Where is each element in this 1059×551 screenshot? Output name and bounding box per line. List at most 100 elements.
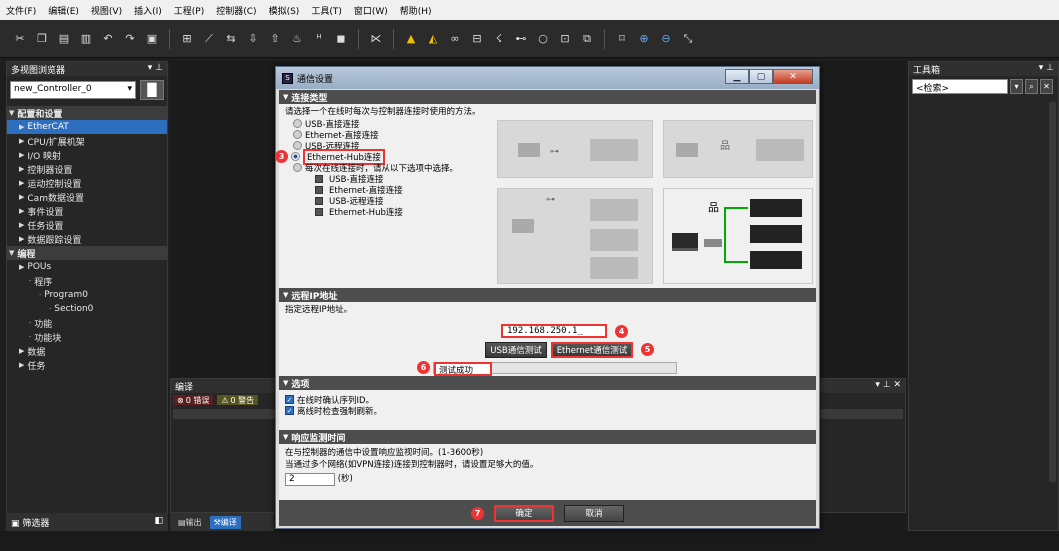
connection-option[interactable]: 3 Ethernet-Hub连接	[275, 148, 458, 165]
ip-address-input[interactable]: 192.168.250.1_	[501, 324, 607, 338]
tree-item[interactable]: ▶ 运动控制设置	[7, 176, 167, 190]
tree-item[interactable]: · 程序	[7, 274, 167, 288]
menu-item-5[interactable]: 控制器(C)	[216, 4, 256, 17]
toolbox-search-input[interactable]: <检索>	[912, 79, 1008, 94]
monitor-icon[interactable]: ♨	[289, 31, 305, 47]
filter-toggle-icon[interactable]: ◧	[154, 516, 163, 528]
remote-ip-header[interactable]: ▼ 远程IP地址	[279, 288, 816, 302]
toolbox-scrollbar[interactable]	[1049, 102, 1056, 482]
pin-close-icon[interactable]: ▾ ⊥ ✕	[875, 380, 901, 392]
online-icon[interactable]: ⊞	[179, 31, 195, 47]
tab-output[interactable]: ▤输出	[174, 516, 206, 529]
build-icon[interactable]: ⋉	[368, 31, 384, 47]
filter-icon: ▣	[11, 519, 20, 529]
tree-item[interactable]: ▶ 数据跟踪设置	[7, 232, 167, 246]
menu-item-4[interactable]: 工程(P)	[174, 4, 204, 17]
warning-icon[interactable]: ▲	[403, 31, 419, 47]
maximize-button[interactable]: ▢	[749, 69, 773, 84]
connection-option[interactable]: 每次在线连接时，请从以下选项中选择。	[293, 162, 458, 174]
tree-item[interactable]: ▶ I/O 映射	[7, 148, 167, 162]
alarm-icon[interactable]: ◭	[425, 31, 441, 47]
ok-button[interactable]: 确定	[494, 504, 554, 522]
tree-item[interactable]: ▶ EtherCAT	[7, 120, 167, 134]
options-header[interactable]: ▼ 选项	[279, 376, 816, 390]
menu-item-7[interactable]: 工具(T)	[311, 4, 342, 17]
menu-item-6[interactable]: 模拟(S)	[269, 4, 300, 17]
tree-item[interactable]: ▶ 数据	[7, 344, 167, 358]
confirm-id-checkbox[interactable]: ✓	[285, 395, 294, 404]
warnings-filter[interactable]: ⚠ 0 警告	[217, 395, 259, 405]
search-icon[interactable]: ⌕	[1025, 79, 1038, 94]
redo-icon[interactable]: ↷	[122, 31, 138, 47]
pin-icon[interactable]: ▾ ⊥	[148, 63, 163, 75]
run-icon[interactable]: ○	[535, 31, 551, 47]
connection-option[interactable]: Ethernet-直接连接	[293, 129, 458, 141]
tree-item[interactable]: ▶ 事件设置	[7, 204, 167, 218]
tree-item[interactable]: ▶ CPU/扩展机架	[7, 134, 167, 148]
offline-icon[interactable]: ⟋	[201, 31, 217, 47]
menu-item-1[interactable]: 编辑(E)	[48, 4, 79, 17]
sub-option[interactable]: USB-直接连接	[315, 173, 458, 185]
connection-type-header[interactable]: ▼ 连接类型	[279, 90, 816, 104]
save-icon[interactable]: ▣	[144, 31, 160, 47]
tree-item[interactable]: ▼ 配置和设置	[7, 106, 167, 120]
menu-item-2[interactable]: 视图(V)	[91, 4, 122, 17]
controller-toggle-button[interactable]: ▐▌	[140, 80, 164, 100]
sub-option[interactable]: USB-远程连接	[315, 195, 458, 207]
usb-test-button[interactable]: USB通信测试	[485, 342, 547, 358]
tree-item[interactable]: ▶ Cam数据设置	[7, 190, 167, 204]
cut-icon[interactable]: ✂	[12, 31, 28, 47]
clear-icon[interactable]: ✕	[1040, 79, 1053, 94]
transfer-icon[interactable]: ⇩	[245, 31, 261, 47]
menu-item-0[interactable]: 文件(F)	[6, 4, 36, 17]
tree-item[interactable]: ▶ 控制器设置	[7, 162, 167, 176]
errors-filter[interactable]: ⊗ 0 错误	[173, 395, 214, 405]
filter-label[interactable]: 筛选器	[22, 519, 49, 529]
tab-compile[interactable]: ⚒编译	[209, 515, 241, 529]
link-icon[interactable]: ∞	[447, 31, 463, 47]
delete-icon[interactable]: ▥	[78, 31, 94, 47]
undo-icon[interactable]: ↶	[100, 31, 116, 47]
stepper-icon[interactable]: ⊷	[513, 31, 529, 47]
sub-option[interactable]: Ethernet-Hub连接	[315, 206, 458, 218]
stop-icon[interactable]: ◼	[333, 31, 349, 47]
tree-item[interactable]: ▶ 任务设置	[7, 218, 167, 232]
compare-icon[interactable]: ⇧	[267, 31, 283, 47]
simulate-icon[interactable]: ☇	[491, 31, 507, 47]
minimize-button[interactable]: ▁	[725, 69, 749, 84]
sub-option[interactable]: Ethernet-直接连接	[315, 184, 458, 196]
search-dropdown-icon[interactable]: ▾	[1010, 79, 1023, 94]
tree-item[interactable]: · 功能块	[7, 330, 167, 344]
copy-icon[interactable]: ❐	[34, 31, 50, 47]
timeout-input[interactable]: 2	[285, 473, 335, 486]
find-icon[interactable]: ᴴ	[311, 31, 327, 47]
menu-item-3[interactable]: 插入(I)	[134, 4, 162, 17]
menu-item-9[interactable]: 帮助(H)	[400, 4, 432, 17]
menu-item-8[interactable]: 窗口(W)	[354, 4, 388, 17]
tree-item[interactable]: ▶ 任务	[7, 358, 167, 372]
pin-icon[interactable]: ▾ ⊥	[1039, 63, 1054, 75]
controller-select[interactable]: new_Controller_0 ▾	[10, 81, 136, 99]
zoom-fit-icon[interactable]: ⤡	[680, 31, 696, 47]
tree-item[interactable]: · Section0	[7, 302, 167, 316]
checkbox-icon	[315, 185, 323, 194]
zoom-out-icon[interactable]: ⊖	[658, 31, 674, 47]
tree-item[interactable]: ▼ 编程	[7, 246, 167, 260]
pause-icon[interactable]: ⊡	[557, 31, 573, 47]
sync-icon[interactable]: ⇆	[223, 31, 239, 47]
tree-item[interactable]: · Program0	[7, 288, 167, 302]
close-button[interactable]: ✕	[773, 69, 813, 84]
response-monitor-header[interactable]: ▼ 响应监测时间	[279, 430, 816, 444]
controller-name: new_Controller_0	[14, 84, 92, 94]
tree-item[interactable]: · 功能	[7, 316, 167, 330]
paste-icon[interactable]: ▤	[56, 31, 72, 47]
zoom-in-icon[interactable]: ⊕	[636, 31, 652, 47]
step-icon[interactable]: ⧉	[579, 31, 595, 47]
connection-option[interactable]: USB-直接连接	[293, 118, 458, 130]
tree-item[interactable]: ▶ POUs	[7, 260, 167, 274]
ethernet-test-button[interactable]: Ethernet通信测试	[551, 342, 633, 358]
force-refresh-checkbox[interactable]: ✓	[285, 406, 294, 415]
layout-icon[interactable]: ⌑	[614, 31, 630, 47]
cancel-button[interactable]: 取消	[564, 504, 624, 522]
network-icon[interactable]: ⊟	[469, 31, 485, 47]
